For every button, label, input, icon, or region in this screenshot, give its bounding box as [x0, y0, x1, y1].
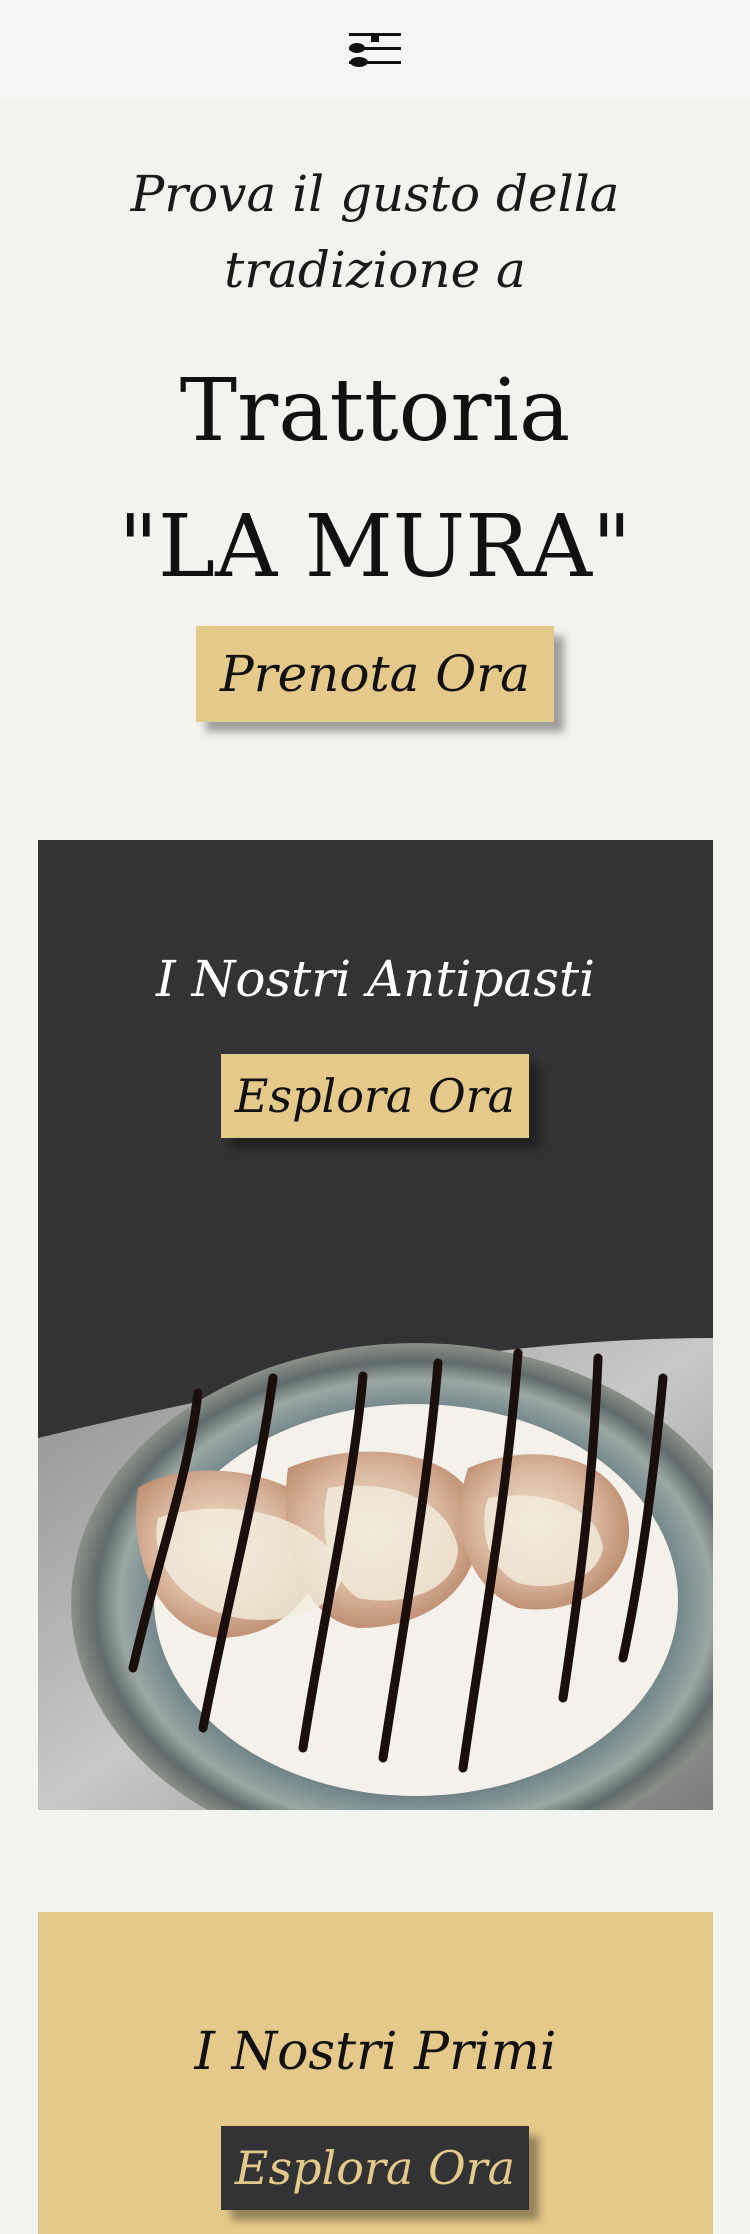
antipasti-card: I Nostri Antipasti Esplora Ora [38, 840, 713, 1810]
explore-primi-button[interactable]: Esplora Ora [221, 2126, 529, 2210]
restaurant-name-line1: Trattoria [179, 361, 571, 461]
hero-tagline: Prova il gusto della tradizione a [130, 165, 620, 299]
explore-antipasti-button[interactable]: Esplora Ora [221, 1054, 529, 1138]
restaurant-name: Trattoria "LA MURA" [40, 343, 710, 615]
book-now-button[interactable]: Prenota Ora [196, 626, 554, 722]
hero-section: Prova il gusto della tradizione a Tratto… [0, 98, 750, 838]
antipasti-title: I Nostri Antipasti [156, 950, 595, 1008]
primi-card: I Nostri Primi Esplora Ora [38, 1912, 713, 2234]
top-bar [0, 0, 750, 98]
fork-knife-menu-icon [349, 33, 401, 67]
menu-toggle-button[interactable] [343, 27, 407, 71]
antipasti-dish-image [38, 1338, 713, 1810]
primi-title: I Nostri Primi [194, 2022, 557, 2082]
restaurant-name-line2: "LA MURA" [118, 497, 632, 597]
